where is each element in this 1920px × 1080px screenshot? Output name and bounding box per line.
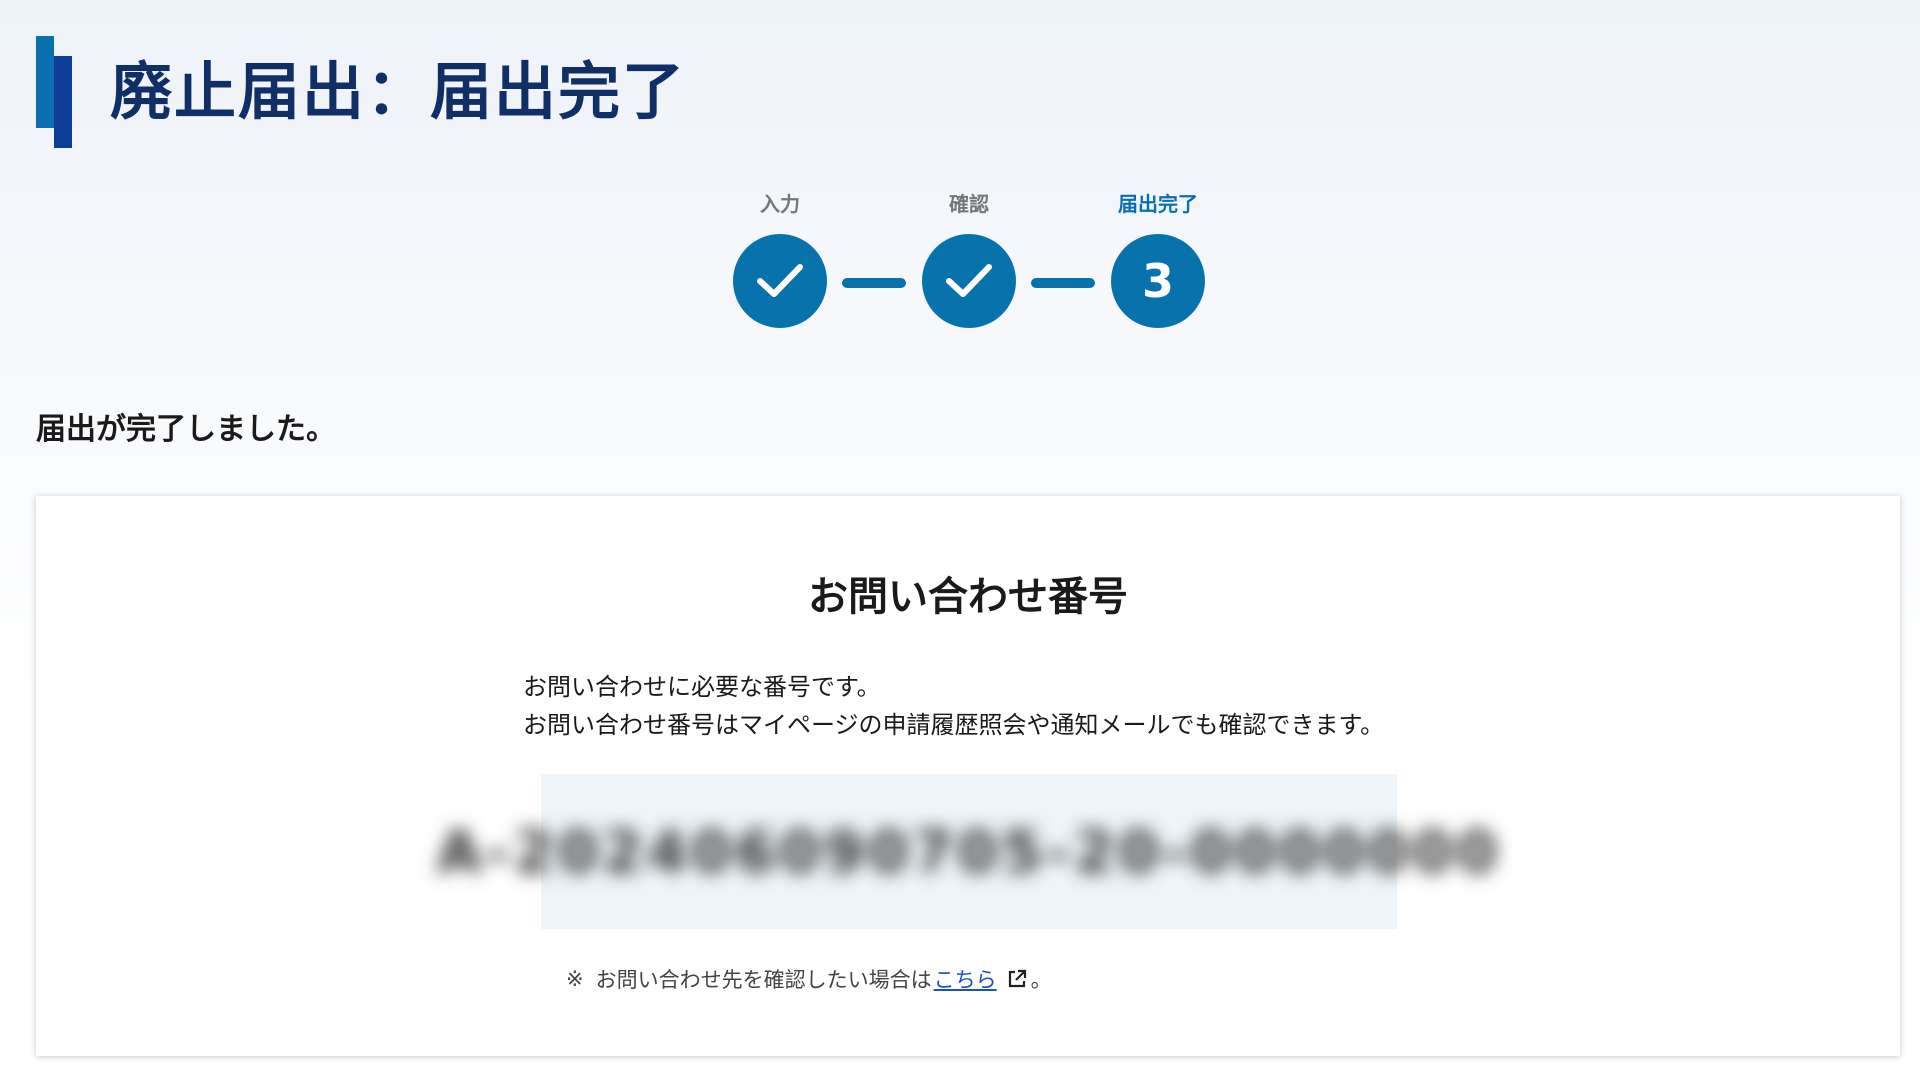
external-link-icon[interactable] <box>1007 969 1027 989</box>
step-number: 3 <box>1141 254 1174 308</box>
inquiry-card-title: お問い合わせ番号 <box>808 574 1128 620</box>
inquiry-contact-note: ※ お問い合わせ先を確認したい場合は こちら 。 <box>566 964 1052 994</box>
title-accent-bar <box>36 36 74 148</box>
step-connector <box>1031 278 1095 288</box>
inquiry-description-line: お問い合わせに必要な番号です。 <box>523 673 881 701</box>
inquiry-description: お問い合わせに必要な番号です。 お問い合わせ番号はマイページの申請履歴照会や通知… <box>523 668 1384 744</box>
note-text: お問い合わせ先を確認したい場合は <box>595 968 932 992</box>
step-confirm: 確認 <box>922 190 1016 328</box>
step-connector <box>842 278 906 288</box>
inquiry-number-box: A-202406090705-20-0000000 <box>437 774 1497 929</box>
step-input: 入力 <box>733 190 827 328</box>
inquiry-number-card: お問い合わせ番号 お問い合わせに必要な番号です。 お問い合わせ番号はマイページの… <box>36 496 1900 1056</box>
step-circle-complete: 3 <box>1111 234 1205 328</box>
inquiry-description-line: お問い合わせ番号はマイページの申請履歴照会や通知メールでも確認できます。 <box>523 711 1385 739</box>
step-circle-confirm <box>922 234 1016 328</box>
check-icon <box>946 264 992 297</box>
step-label-confirm: 確認 <box>949 192 989 216</box>
page-title: 廃止届出：届出完了 <box>110 55 687 128</box>
step-complete: 届出完了 3 <box>1111 190 1205 328</box>
inquiry-number-value: A-202406090705-20-0000000 <box>436 817 1502 886</box>
note-mark: ※ <box>566 967 584 991</box>
contact-link[interactable]: こちら <box>934 964 997 994</box>
check-icon <box>757 264 803 297</box>
step-circle-input <box>733 234 827 328</box>
step-label-input: 入力 <box>760 192 800 216</box>
page-header: 廃止届出：届出完了 <box>36 36 686 148</box>
progress-stepper: 入力 確認 届出完了 3 <box>733 190 1205 330</box>
note-end: 。 <box>1030 968 1052 992</box>
completion-message: 届出が完了しました。 <box>36 412 336 447</box>
step-label-complete: 届出完了 <box>1118 192 1198 216</box>
